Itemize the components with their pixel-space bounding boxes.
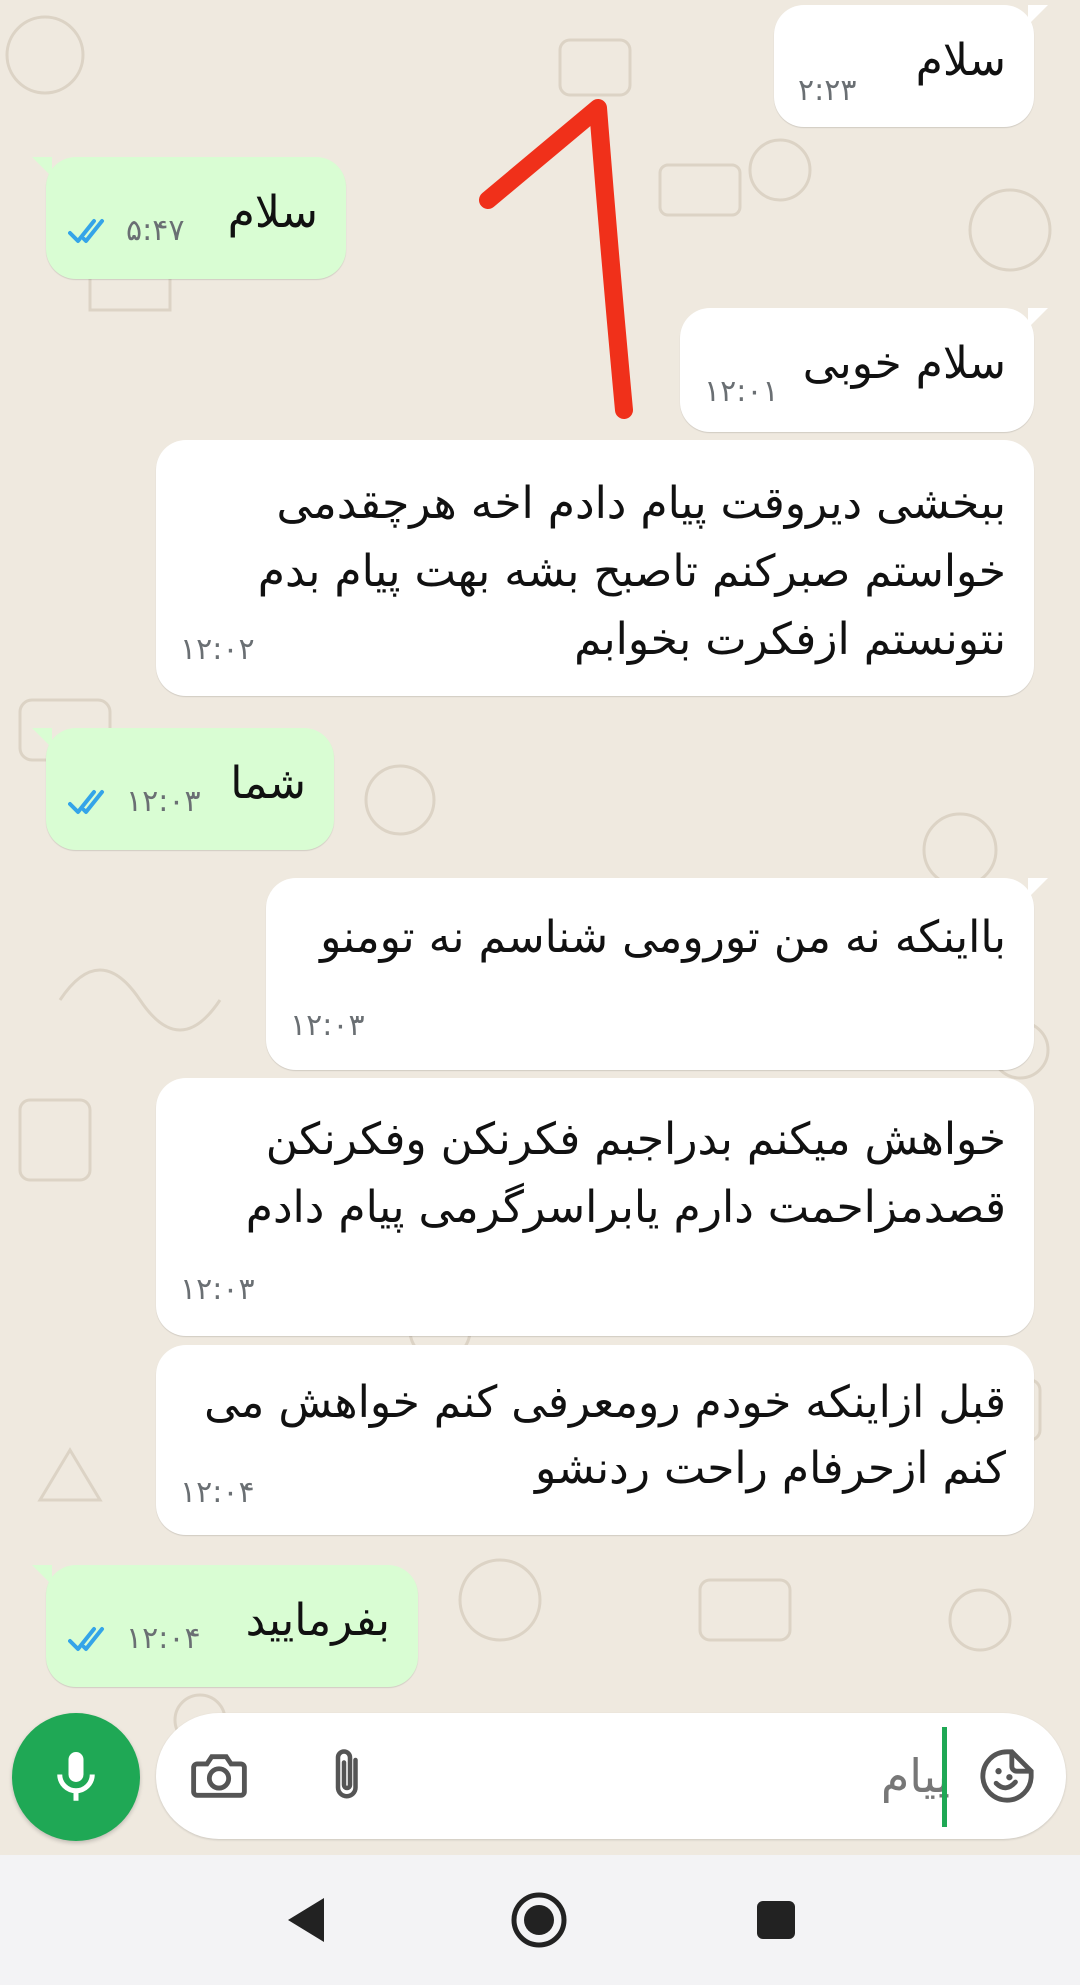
sticker-icon[interactable] bbox=[978, 1747, 1036, 1805]
home-circle-icon[interactable] bbox=[510, 1891, 568, 1949]
microphone-icon bbox=[57, 1752, 95, 1801]
camera-icon[interactable] bbox=[190, 1751, 248, 1801]
message-composer[interactable]: پیام bbox=[156, 1713, 1066, 1839]
recents-square-icon[interactable] bbox=[755, 1899, 797, 1941]
message-input[interactable]: پیام bbox=[430, 1741, 950, 1811]
voice-record-button[interactable] bbox=[12, 1713, 140, 1841]
chat-wallpaper[interactable]: سلام ۲:۲۳ سلام ۵:۴۷ سلام خوبی ۱۲:۰۱ ببخش… bbox=[0, 0, 1080, 1855]
paperclip-icon[interactable] bbox=[328, 1745, 368, 1805]
text-caret bbox=[942, 1727, 947, 1827]
navigation-bar bbox=[0, 1855, 1080, 1985]
hand-drawn-number-one bbox=[479, 99, 633, 419]
back-triangle-icon[interactable] bbox=[284, 1896, 328, 1944]
